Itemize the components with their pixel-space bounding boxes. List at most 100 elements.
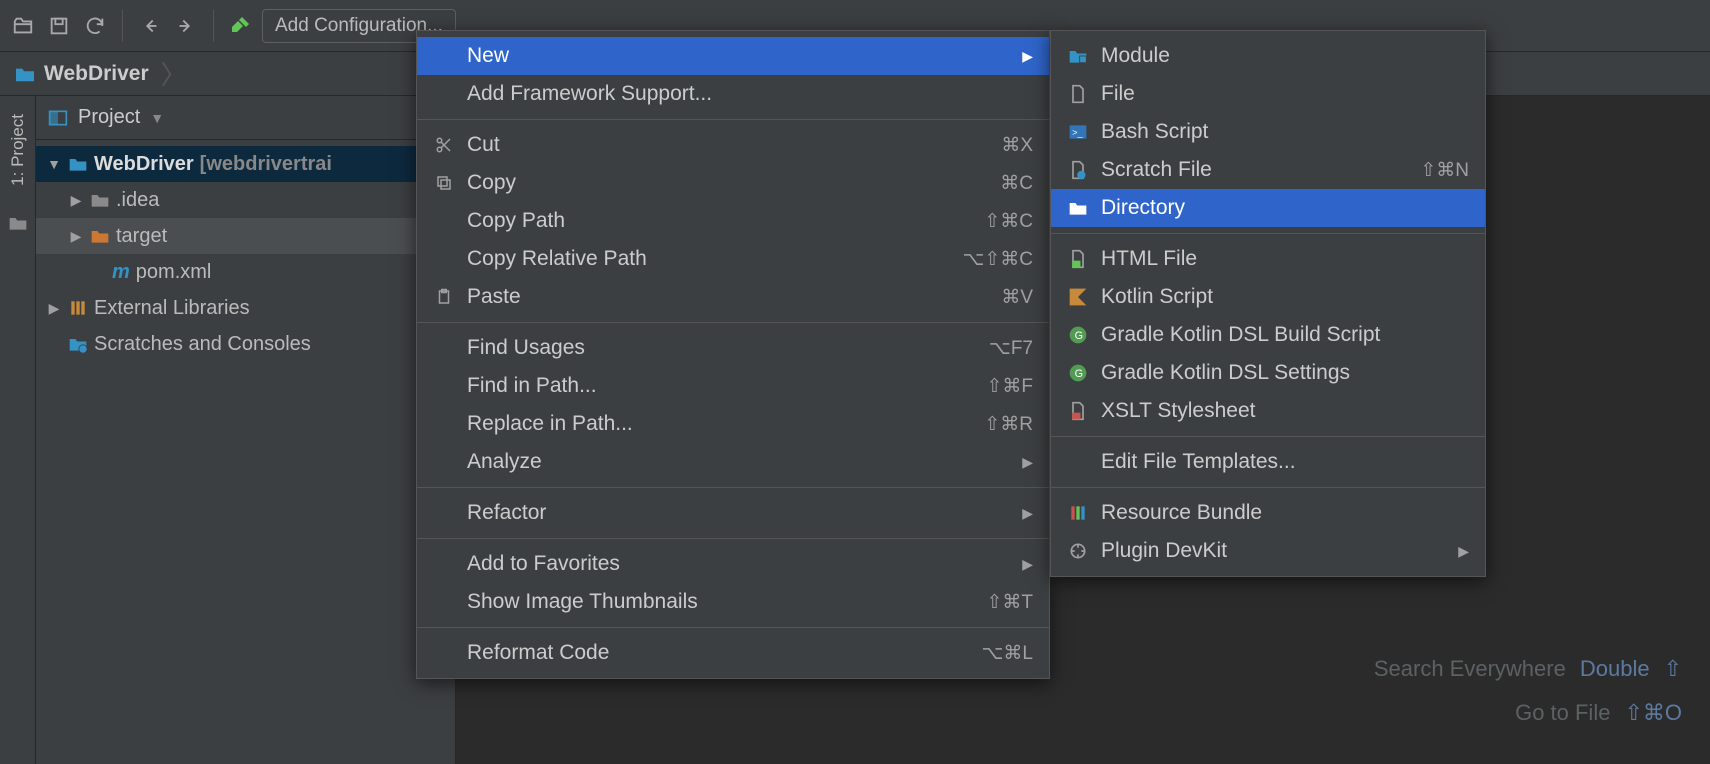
new-submenu-item[interactable]: Scratch File⇧⌘N bbox=[1051, 151, 1485, 189]
library-icon bbox=[68, 298, 88, 318]
context-menu-item[interactable]: Cut⌘X bbox=[417, 126, 1049, 164]
gutter-project-tab[interactable]: 1: Project bbox=[8, 106, 28, 194]
context-menu-item[interactable]: Analyze▶ bbox=[417, 443, 1049, 481]
menu-item-label: Copy Path bbox=[467, 209, 972, 233]
new-submenu-item[interactable]: Kotlin Script bbox=[1051, 278, 1485, 316]
dropdown-icon[interactable]: ▼ bbox=[150, 110, 164, 126]
new-submenu-item[interactable]: File bbox=[1051, 75, 1485, 113]
tree-label: target bbox=[116, 225, 167, 248]
new-submenu-item[interactable]: Edit File Templates... bbox=[1051, 443, 1485, 481]
menu-item-label: Kotlin Script bbox=[1101, 285, 1469, 309]
xslt-icon bbox=[1067, 401, 1089, 421]
context-menu-item[interactable]: Find Usages⌥F7 bbox=[417, 329, 1049, 367]
new-submenu-item[interactable]: HTML File bbox=[1051, 240, 1485, 278]
panel-title[interactable]: Project bbox=[78, 106, 140, 129]
scratch-icon bbox=[1067, 160, 1089, 180]
kotlin-icon bbox=[1067, 287, 1089, 307]
forward-icon[interactable] bbox=[171, 11, 201, 41]
open-icon[interactable] bbox=[8, 11, 38, 41]
plugin-icon bbox=[1067, 541, 1089, 561]
context-menu-item[interactable]: New▶ bbox=[417, 37, 1049, 75]
context-menu-item[interactable]: Replace in Path...⇧⌘R bbox=[417, 405, 1049, 443]
context-menu-item[interactable]: Add Framework Support... bbox=[417, 75, 1049, 113]
menu-item-label: Resource Bundle bbox=[1101, 501, 1469, 525]
menu-item-label: Add to Favorites bbox=[467, 552, 1010, 576]
context-menu-item[interactable]: Copy Relative Path⌥⇧⌘C bbox=[417, 240, 1049, 278]
tree-node-external-libs[interactable]: ▶ External Libraries bbox=[36, 290, 455, 326]
submenu-arrow-icon: ▶ bbox=[1022, 505, 1033, 522]
shortcut-label: ⇧⌘N bbox=[1420, 159, 1469, 182]
save-icon[interactable] bbox=[44, 11, 74, 41]
copy-icon bbox=[433, 174, 455, 192]
expand-icon[interactable]: ▶ bbox=[68, 228, 84, 245]
shortcut-label: ⇧⌘F bbox=[986, 375, 1033, 398]
shortcut-label: ⇧⌘R bbox=[984, 413, 1033, 436]
new-submenu-item[interactable]: >_Bash Script bbox=[1051, 113, 1485, 151]
window-icon bbox=[48, 109, 68, 127]
menu-item-label: XSLT Stylesheet bbox=[1101, 399, 1469, 423]
panel-header: Project ▼ bbox=[36, 96, 455, 140]
tree-node-target[interactable]: ▶ target bbox=[36, 218, 455, 254]
folder-icon bbox=[1067, 199, 1089, 217]
sync-icon[interactable] bbox=[80, 11, 110, 41]
new-submenu-item[interactable]: G Gradle Kotlin DSL Build Script bbox=[1051, 316, 1485, 354]
project-tool-window: Project ▼ ▼ WebDriver [webdrivertrai ▶ .… bbox=[36, 96, 456, 764]
gradle-icon: G bbox=[1067, 325, 1089, 345]
expand-icon[interactable]: ▼ bbox=[46, 156, 62, 172]
context-menu-item[interactable]: Refactor▶ bbox=[417, 494, 1049, 532]
expand-icon[interactable]: ▶ bbox=[46, 300, 62, 317]
tree-node-pom[interactable]: m pom.xml bbox=[36, 254, 455, 290]
svg-text:G: G bbox=[1075, 330, 1083, 342]
tree-node-scratches[interactable]: Scratches and Consoles bbox=[36, 326, 455, 362]
context-menu-item[interactable]: Paste⌘V bbox=[417, 278, 1049, 316]
menu-item-label: Gradle Kotlin DSL Build Script bbox=[1101, 323, 1469, 347]
new-submenu-item[interactable]: Directory bbox=[1051, 189, 1485, 227]
gradle-icon: G bbox=[1067, 363, 1089, 383]
menu-item-label: Edit File Templates... bbox=[1101, 450, 1469, 474]
file-icon bbox=[1067, 84, 1089, 104]
menu-item-label: Reformat Code bbox=[467, 641, 970, 665]
svg-text:G: G bbox=[1075, 368, 1083, 380]
project-tree: ▼ WebDriver [webdrivertrai ▶ .idea ▶ bbox=[36, 140, 455, 362]
hint-key: ⇧⌘O bbox=[1624, 700, 1682, 726]
build-icon[interactable] bbox=[226, 11, 256, 41]
chevron-right-icon: 〉 bbox=[161, 55, 187, 92]
bundle-icon bbox=[1067, 503, 1089, 523]
context-menu-item[interactable]: Copy Path ⇧⌘C bbox=[417, 202, 1049, 240]
tree-label: External Libraries bbox=[94, 297, 250, 320]
new-submenu-item[interactable]: Module bbox=[1051, 37, 1485, 75]
new-submenu-item[interactable]: Resource Bundle bbox=[1051, 494, 1485, 532]
tree-node-idea[interactable]: ▶ .idea bbox=[36, 182, 455, 218]
menu-item-label: Show Image Thumbnails bbox=[467, 590, 974, 614]
expand-icon[interactable]: ▶ bbox=[68, 192, 84, 209]
back-icon[interactable] bbox=[135, 11, 165, 41]
scissors-icon bbox=[433, 136, 455, 154]
tree-detail: [webdrivertrai bbox=[200, 153, 332, 176]
context-menu-item[interactable]: Find in Path...⇧⌘F bbox=[417, 367, 1049, 405]
menu-item-label: Copy Relative Path bbox=[467, 247, 950, 271]
shortcut-label: ⌥⌘L bbox=[982, 642, 1033, 665]
menu-item-label: Directory bbox=[1101, 196, 1469, 220]
folder-icon[interactable] bbox=[3, 208, 33, 238]
folder-icon bbox=[90, 191, 110, 209]
menu-separator bbox=[417, 119, 1049, 120]
menu-item-label: Find Usages bbox=[467, 336, 977, 360]
hint-goto: Go to File ⇧⌘O bbox=[1374, 700, 1682, 726]
tree-label: WebDriver bbox=[94, 153, 194, 176]
context-menu-item[interactable]: Add to Favorites▶ bbox=[417, 545, 1049, 583]
tree-label: pom.xml bbox=[136, 261, 212, 284]
tree-label: Scratches and Consoles bbox=[94, 333, 311, 356]
shortcut-label: ⇧⌘C bbox=[984, 210, 1033, 233]
new-submenu-item[interactable]: GGradle Kotlin DSL Settings bbox=[1051, 354, 1485, 392]
tree-node-root[interactable]: ▼ WebDriver [webdrivertrai bbox=[36, 146, 455, 182]
context-menu-item[interactable]: Reformat Code ⌥⌘L bbox=[417, 634, 1049, 672]
menu-item-label: HTML File bbox=[1101, 247, 1469, 271]
breadcrumb-project[interactable]: WebDriver bbox=[44, 62, 149, 86]
toolbar-separator bbox=[122, 10, 123, 42]
context-menu-item[interactable]: Copy⌘C bbox=[417, 164, 1049, 202]
new-submenu-item[interactable]: XSLT Stylesheet bbox=[1051, 392, 1485, 430]
menu-item-label: Analyze bbox=[467, 450, 1010, 474]
menu-separator bbox=[417, 538, 1049, 539]
context-menu-item[interactable]: Show Image Thumbnails⇧⌘T bbox=[417, 583, 1049, 621]
new-submenu-item[interactable]: Plugin DevKit▶ bbox=[1051, 532, 1485, 570]
